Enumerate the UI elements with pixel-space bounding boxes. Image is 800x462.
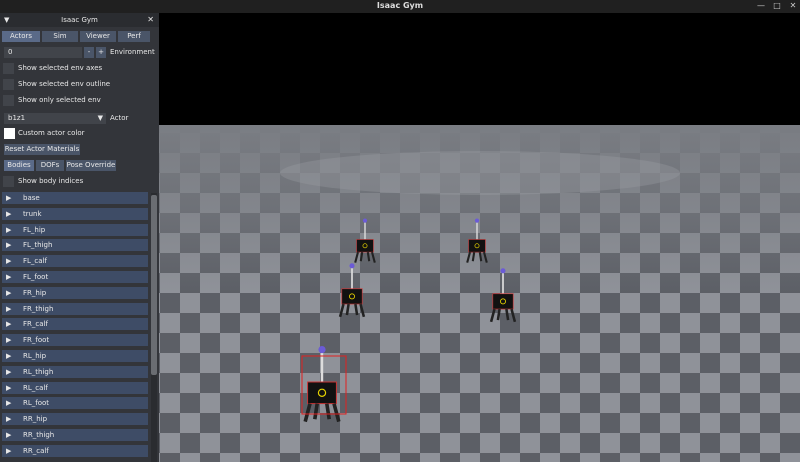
tab-viewer[interactable]: Viewer [80,31,116,42]
expand-icon[interactable]: ▶ [6,384,11,392]
body-row-label: RL_foot [23,399,50,408]
body-row-label: base [23,194,40,202]
maximize-icon[interactable]: □ [770,0,784,12]
environment-label: Environment [110,48,155,56]
actor-label: Actor [110,114,129,122]
chevron-down-icon: ▼ [97,114,103,122]
expand-icon[interactable]: ▶ [6,305,11,313]
expand-icon[interactable]: ▶ [6,241,11,249]
custom-color-label: Custom actor color [18,129,85,137]
body-row-label: RR_calf [23,446,49,455]
body-row[interactable]: ▶ FL_hip [2,223,148,236]
show-env-outline-label: Show selected env outline [18,80,111,88]
show-only-env-checkbox[interactable] [3,95,14,106]
expand-icon[interactable]: ▶ [6,194,11,202]
reset-materials-button[interactable]: Reset Actor Materials [4,144,80,155]
expand-icon[interactable]: ▶ [6,431,11,439]
body-row[interactable]: ▶ RR_hip [2,413,148,426]
body-row[interactable]: ▶ RR_calf [2,444,148,457]
body-row-label: FR_calf [23,320,48,329]
body-row[interactable]: ▶ FL_thigh [2,239,148,252]
body-row-label: RL_hip [23,352,47,360]
expand-icon[interactable]: ▶ [6,289,11,297]
expand-icon[interactable]: ▶ [6,447,11,455]
subtab-bodies[interactable]: Bodies [4,160,34,171]
expand-icon[interactable]: ▶ [6,210,11,218]
body-row-label: RR_hip [23,415,48,424]
bodies-scrollbar[interactable] [151,193,157,462]
env-decrement-button[interactable]: - [84,47,94,58]
expand-icon[interactable]: ▶ [6,320,11,328]
body-row-label: RR_thigh [23,431,55,439]
ground-plane [159,125,800,462]
body-row[interactable]: ▶ base [2,192,148,204]
expand-icon[interactable]: ▶ [6,399,11,407]
panel-title: Isaac Gym [61,16,98,24]
body-row[interactable]: ▶ FL_foot [2,271,148,283]
body-row-label: FR_hip [23,288,47,297]
body-row-label: FL_hip [23,225,46,234]
subtab-pose-override[interactable]: Pose Override [66,160,116,171]
body-row[interactable]: ▶ FR_foot [2,334,148,347]
body-row[interactable]: ▶ RR_thigh [2,429,148,441]
window-titlebar: Isaac Gym — □ ✕ [0,0,800,13]
body-row[interactable]: ▶ RL_thigh [2,365,148,378]
env-increment-button[interactable]: + [96,47,106,58]
body-row-label: RL_calf [23,383,48,392]
show-env-outline-checkbox[interactable] [3,79,14,90]
expand-icon[interactable]: ▶ [6,226,11,234]
expand-icon[interactable]: ▶ [6,257,11,265]
minimize-icon[interactable]: — [754,0,768,12]
subtab-dofs[interactable]: DOFs [36,160,64,171]
actor-select-value: b1z1 [8,114,26,122]
body-row[interactable]: ▶ RL_foot [2,397,148,410]
tab-perf[interactable]: Perf [118,31,150,42]
body-row[interactable]: ▶ trunk [2,207,148,220]
show-body-indices-checkbox[interactable] [3,176,14,187]
close-panel-icon[interactable]: ✕ [147,15,154,24]
show-only-env-label: Show only selected env [18,96,101,104]
expand-icon[interactable]: ▶ [6,273,11,281]
panel-header: ▼ Isaac Gym ✕ [0,13,159,27]
actor-select[interactable]: b1z1 ▼ [4,113,106,124]
show-env-axes-checkbox[interactable] [3,63,14,74]
show-body-indices-label: Show body indices [18,177,84,185]
scroll-thumb[interactable] [151,195,157,375]
body-row-label: FL_calf [23,257,47,266]
tab-actors[interactable]: Actors [2,31,40,42]
body-row[interactable]: ▶ FR_calf [2,318,148,331]
expand-icon[interactable]: ▶ [6,415,11,423]
window-title: Isaac Gym [376,1,424,10]
expand-icon[interactable]: ▶ [6,368,11,376]
tab-sim[interactable]: Sim [42,31,78,42]
body-row-label: FL_foot [23,273,49,281]
body-row-label: FR_foot [23,336,50,345]
expand-icon[interactable]: ▶ [6,352,11,360]
show-env-axes-label: Show selected env axes [18,64,103,72]
body-row-label: FL_thigh [23,241,53,250]
body-row-label: trunk [23,209,42,218]
body-row-label: RL_thigh [23,367,54,376]
expand-icon[interactable]: ▶ [6,336,11,344]
custom-color-swatch[interactable] [4,128,15,139]
environment-input[interactable]: 0 [4,47,82,58]
body-row[interactable]: ▶ RL_calf [2,381,148,394]
body-row[interactable]: ▶ FL_calf [2,255,148,268]
actors-panel: ▼ Isaac Gym ✕ Actors Sim Viewer Perf 0 -… [0,13,159,462]
body-row[interactable]: ▶ RL_hip [2,350,148,362]
body-row[interactable]: ▶ FR_hip [2,286,148,299]
close-window-icon[interactable]: ✕ [786,0,800,12]
body-row-label: FR_thigh [23,304,54,313]
body-row[interactable]: ▶ FR_thigh [2,302,148,315]
